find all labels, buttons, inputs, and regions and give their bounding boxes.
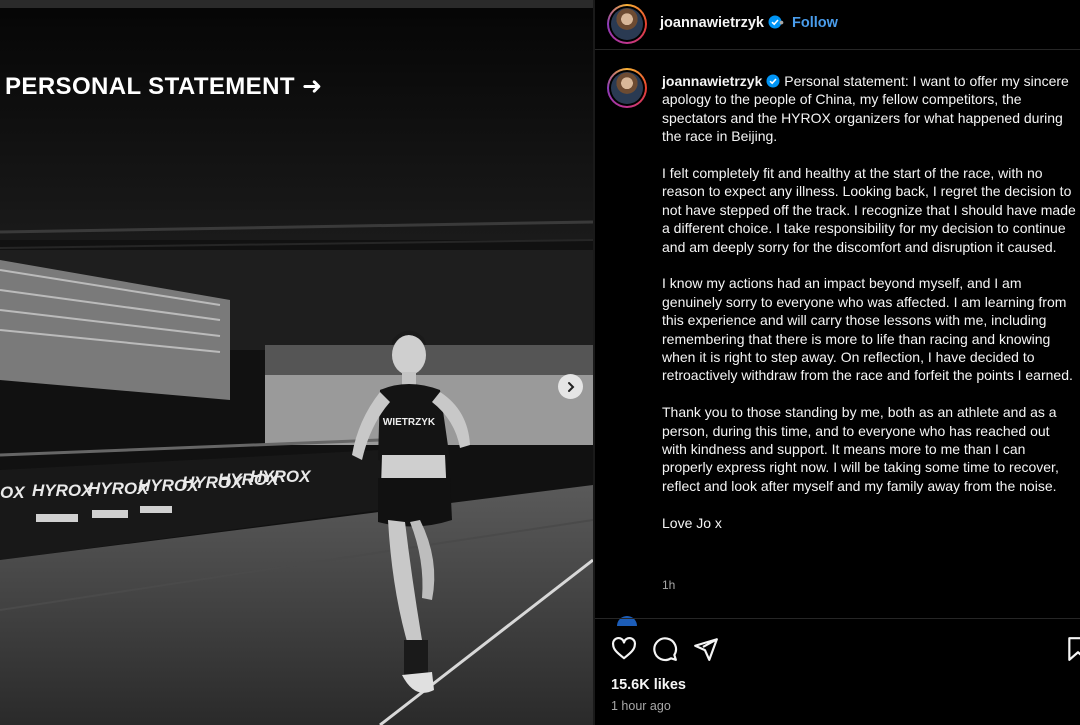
caption-signoff: Love Jo x [662, 514, 722, 531]
verified-badge-icon [766, 74, 780, 88]
caption-paragraph-1: joannawietrzyk Personal statement: I wan… [662, 72, 1078, 146]
caption-text: joannawietrzyk Personal statement: I wan… [662, 72, 1078, 532]
header-username[interactable]: joannawietrzyk [660, 15, 782, 31]
action-bar: 15.6K likes 1 hour ago [595, 618, 1080, 725]
follow-button[interactable]: Follow [792, 15, 838, 31]
likes-count[interactable]: 15.6K likes [611, 677, 686, 693]
caption-section: joannawietrzyk Personal statement: I wan… [595, 52, 1080, 622]
svg-text:HYROX: HYROX [250, 467, 312, 486]
caption-avatar[interactable] [607, 68, 647, 108]
caption-timestamp[interactable]: 1h [662, 578, 675, 592]
caption-paragraph-2: I felt completely fit and healthy at the… [662, 165, 1076, 255]
next-slide-button[interactable] [558, 374, 583, 399]
heart-icon[interactable] [611, 636, 637, 662]
bookmark-icon[interactable] [1065, 636, 1080, 662]
caption-paragraph-3: I know my actions had an impact beyond m… [662, 275, 1073, 384]
svg-text:HYROX: HYROX [32, 481, 94, 500]
username-text[interactable]: joannawietrzyk [660, 15, 764, 31]
share-icon[interactable] [693, 636, 719, 662]
caption-username[interactable]: joannawietrzyk [662, 73, 762, 89]
chevron-right-icon [567, 381, 574, 392]
svg-text:OX: OX [0, 483, 26, 502]
post-photo: OX HYROX HYROX HYROX HYROX HYROX HYROX W… [0, 0, 593, 725]
caption-paragraph-4: Thank you to those standing by me, both … [662, 404, 1059, 494]
post-media[interactable]: OX HYROX HYROX HYROX HYROX HYROX HYROX W… [0, 0, 593, 725]
post-header: joannawietrzyk • Follow [595, 0, 1080, 50]
comment-icon[interactable] [652, 636, 678, 662]
post-age[interactable]: 1 hour ago [611, 699, 671, 713]
svg-text:WIETRZYK: WIETRZYK [383, 417, 436, 428]
media-overlay-title: PERSONAL STATEMENT ➜ [5, 73, 323, 100]
separator-dot: • [779, 14, 784, 30]
avatar[interactable] [607, 4, 647, 44]
post-detail-panel: joannawietrzyk • Follow joannawietrzyk P… [595, 0, 1080, 725]
